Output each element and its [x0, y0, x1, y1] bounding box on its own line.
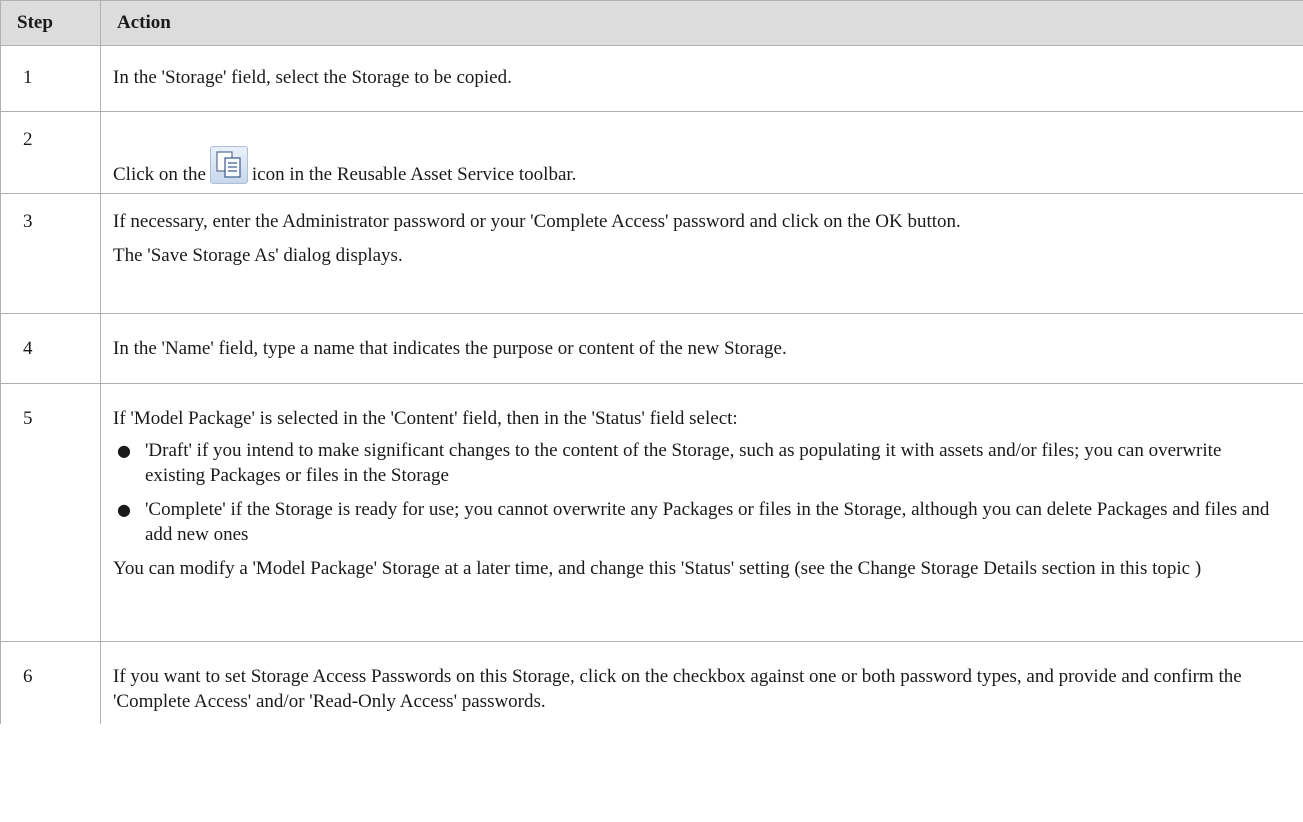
- list-item: ● 'Draft' if you intend to make significa…: [117, 440, 1222, 486]
- bullet-icon: ●: [117, 500, 131, 519]
- table-header-row: Step Action: [0, 0, 1303, 46]
- step-number: 2: [0, 111, 101, 194]
- action-text: If necessary, enter the Administrator pa…: [113, 211, 961, 232]
- action-column-header: Action: [100, 0, 1303, 46]
- step-number: 4: [0, 313, 101, 384]
- step-number: 3: [0, 193, 101, 314]
- table-row: 4 In the 'Name' field, type a name that …: [0, 313, 1303, 384]
- step-number: 5: [0, 383, 101, 642]
- status-options-list: ● 'Draft' if you intend to make significa…: [113, 438, 1284, 547]
- table-row: 3 If necessary, enter the Administrator …: [0, 193, 1303, 314]
- step-action: In the 'Storage' field, select the Stora…: [100, 45, 1303, 112]
- action-text: Click on the icon in the Reusable Asset S…: [113, 146, 1284, 187]
- table-row: 5 If 'Model Package' is selected in the …: [0, 383, 1303, 642]
- table-row: 6 If you want to set Storage Access Pass…: [0, 641, 1303, 724]
- steps-table: Step Action 1 In the 'Storage' field, se…: [0, 0, 1303, 724]
- step-number: 1: [0, 45, 101, 112]
- copy-storage-icon: [209, 146, 248, 184]
- action-text: If you want to set Storage Access Passwo…: [113, 666, 1242, 712]
- step-number: 6: [0, 641, 101, 724]
- step-action: In the 'Name' field, type a name that in…: [100, 313, 1303, 384]
- action-note: The 'Save Storage As' dialog displays.: [113, 245, 403, 266]
- action-outro: You can modify a 'Model Package' Storage…: [113, 558, 1202, 579]
- table-row: 1 In the 'Storage' field, select the Sto…: [0, 45, 1303, 112]
- table-row: 2 Click on the icon in the Reusable Asset…: [0, 111, 1303, 194]
- action-text: In the 'Name' field, type a name that in…: [113, 338, 787, 359]
- step-action: If you want to set Storage Access Passwo…: [101, 642, 1303, 724]
- list-item: ● 'Complete' if the Storage is ready for …: [117, 499, 1270, 545]
- step-action: Click on the icon in the Reusable Asset S…: [100, 111, 1303, 194]
- action-text: In the 'Storage' field, select the Stora…: [113, 67, 512, 88]
- bullet-icon: ●: [117, 441, 131, 460]
- step-action: If necessary, enter the Administrator pa…: [100, 193, 1303, 314]
- action-intro: If 'Model Package' is selected in the 'C…: [113, 408, 738, 429]
- step-action: If 'Model Package' is selected in the 'C…: [100, 383, 1303, 642]
- step-column-header: Step: [0, 0, 101, 46]
